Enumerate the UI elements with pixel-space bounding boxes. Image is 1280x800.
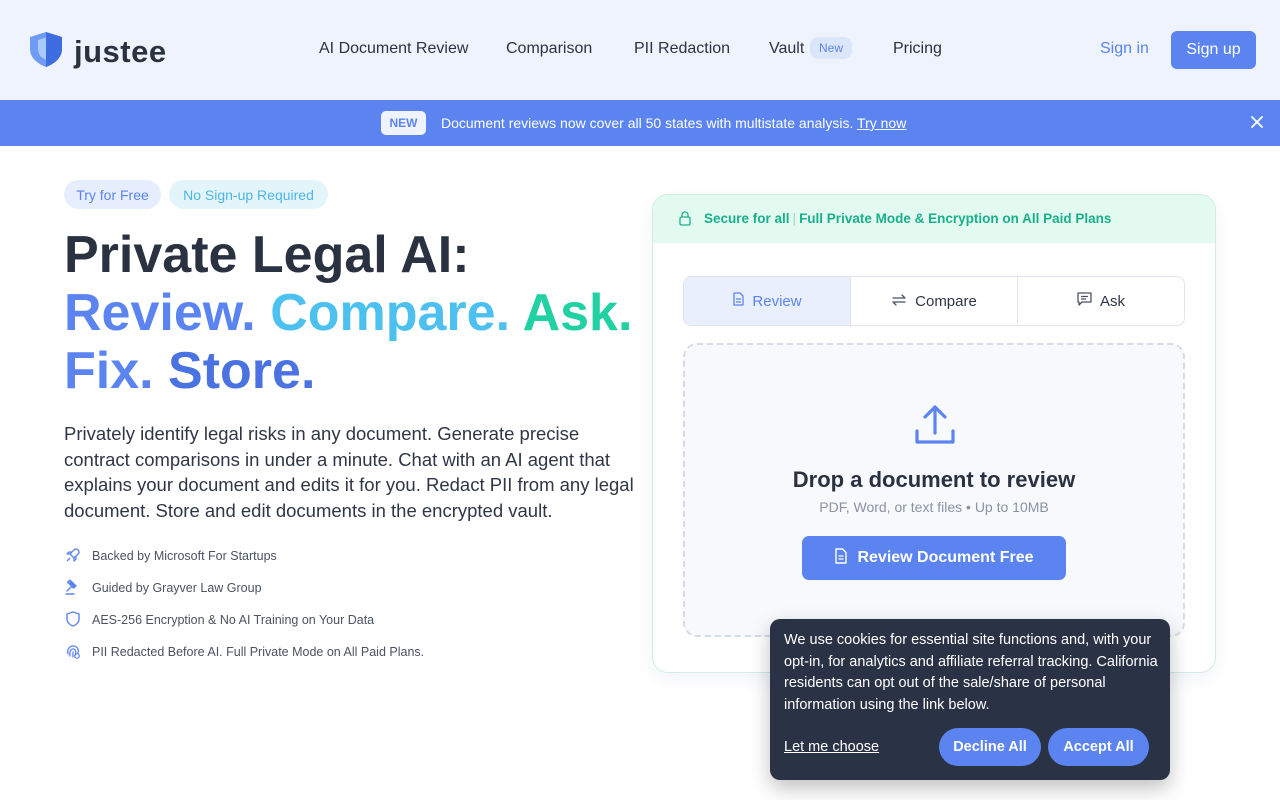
upload-card: Secure for all | Full Private Mode & Encry… [652, 194, 1216, 673]
tab-label: Ask [1099, 292, 1125, 310]
sign-in-link[interactable]: Sign in [1100, 40, 1149, 58]
swap-icon [891, 293, 907, 310]
feature-text: Backed by Microsoft For Startups [92, 549, 277, 563]
tab-label: Compare [915, 292, 977, 310]
headline-line-2: Review. Compare. Ask. [64, 284, 632, 342]
tab-ask[interactable]: Ask [1018, 277, 1184, 325]
cookie-consent: We use cookies for essential site functi… [770, 619, 1170, 780]
document-drop-zone[interactable]: Drop a document to review PDF, Word, or … [683, 343, 1185, 637]
chat-icon [1077, 292, 1092, 310]
secure-label: Secure for all [704, 211, 790, 226]
hero-description: Privately identify legal risks in any do… [64, 423, 634, 521]
document-icon [834, 547, 848, 569]
tab-label: Review [752, 292, 802, 310]
feature-text: AES-256 Encryption & No AI Training on Y… [92, 613, 375, 627]
close-icon[interactable] [1250, 115, 1264, 129]
no-signup-chip: No Sign-up Required [169, 180, 328, 209]
review-button-label: Review Document Free [857, 549, 1034, 566]
banner-try-now-link[interactable]: Try now [857, 115, 906, 131]
drop-subtitle: PDF, Word, or text files • Up to 10MB [819, 499, 1049, 515]
fingerprint-icon [64, 642, 82, 663]
document-icon [732, 292, 745, 310]
headline-review: Review. [64, 284, 256, 342]
site-header: justee AI Document Review Comparison PII… [0, 0, 1280, 100]
nav-pricing[interactable]: Pricing [893, 40, 942, 58]
tab-review[interactable]: Review [684, 277, 851, 325]
feature-text: Guided by Grayver Law Group [92, 581, 262, 595]
review-document-button[interactable]: Review Document Free [802, 536, 1066, 580]
banner-message: Document reviews now cover all 50 states… [441, 115, 906, 131]
mode-tabs: Review Compare Ask [683, 276, 1185, 326]
headline-compare: Compare. [270, 284, 511, 342]
feature-item: PII Redacted Before AI. Full Private Mod… [64, 642, 424, 662]
feature-item: AES-256 Encryption & No AI Training on Y… [64, 610, 374, 630]
nav-vault[interactable]: Vault [769, 40, 804, 58]
tab-compare[interactable]: Compare [851, 277, 1018, 325]
feature-item: Backed by Microsoft For Startups [64, 546, 277, 566]
banner-text: Document reviews now cover all 50 states… [441, 115, 854, 131]
gavel-icon [64, 578, 82, 599]
nav-comparison[interactable]: Comparison [506, 40, 592, 58]
headline-ask: Ask. [522, 284, 633, 342]
feature-text: PII Redacted Before AI. Full Private Mod… [92, 645, 425, 659]
main-nav: AI Document Review Comparison PII Redact… [0, 37, 1280, 62]
upload-icon [914, 403, 956, 452]
cookie-text: We use cookies for essential site functi… [784, 632, 1158, 713]
accept-all-button[interactable]: Accept All [1048, 728, 1149, 766]
try-for-free-chip: Try for Free [64, 180, 161, 209]
announcement-banner: NEW Document reviews now cover all 50 st… [0, 100, 1280, 146]
secure-detail: Full Private Mode & Encryption on All Pa… [799, 211, 1112, 226]
secure-message: Secure for all | Full Private Mode & Encry… [704, 211, 1112, 226]
drop-title: Drop a document to review [792, 467, 1076, 492]
headline-line-3: Fix. Store. [64, 342, 315, 400]
headline-fix: Fix. [64, 342, 154, 400]
nav-pii-redaction[interactable]: PII Redaction [634, 40, 730, 58]
rocket-icon [64, 546, 82, 567]
secure-strip: Secure for all | Full Private Mode & Encry… [653, 195, 1215, 243]
banner-new-badge: NEW [381, 111, 426, 135]
nav-ai-document-review[interactable]: AI Document Review [319, 40, 468, 58]
shield-icon [64, 610, 82, 631]
sign-up-button[interactable]: Sign up [1171, 31, 1256, 69]
let-me-choose-link[interactable]: Let me choose [784, 739, 879, 755]
feature-item: Guided by Grayver Law Group [64, 578, 262, 598]
decline-all-button[interactable]: Decline All [939, 728, 1041, 766]
headline-store: Store. [168, 342, 316, 400]
vault-new-badge: New [810, 37, 853, 59]
lock-icon [679, 211, 691, 231]
headline-line-1: Private Legal AI: [64, 226, 470, 284]
